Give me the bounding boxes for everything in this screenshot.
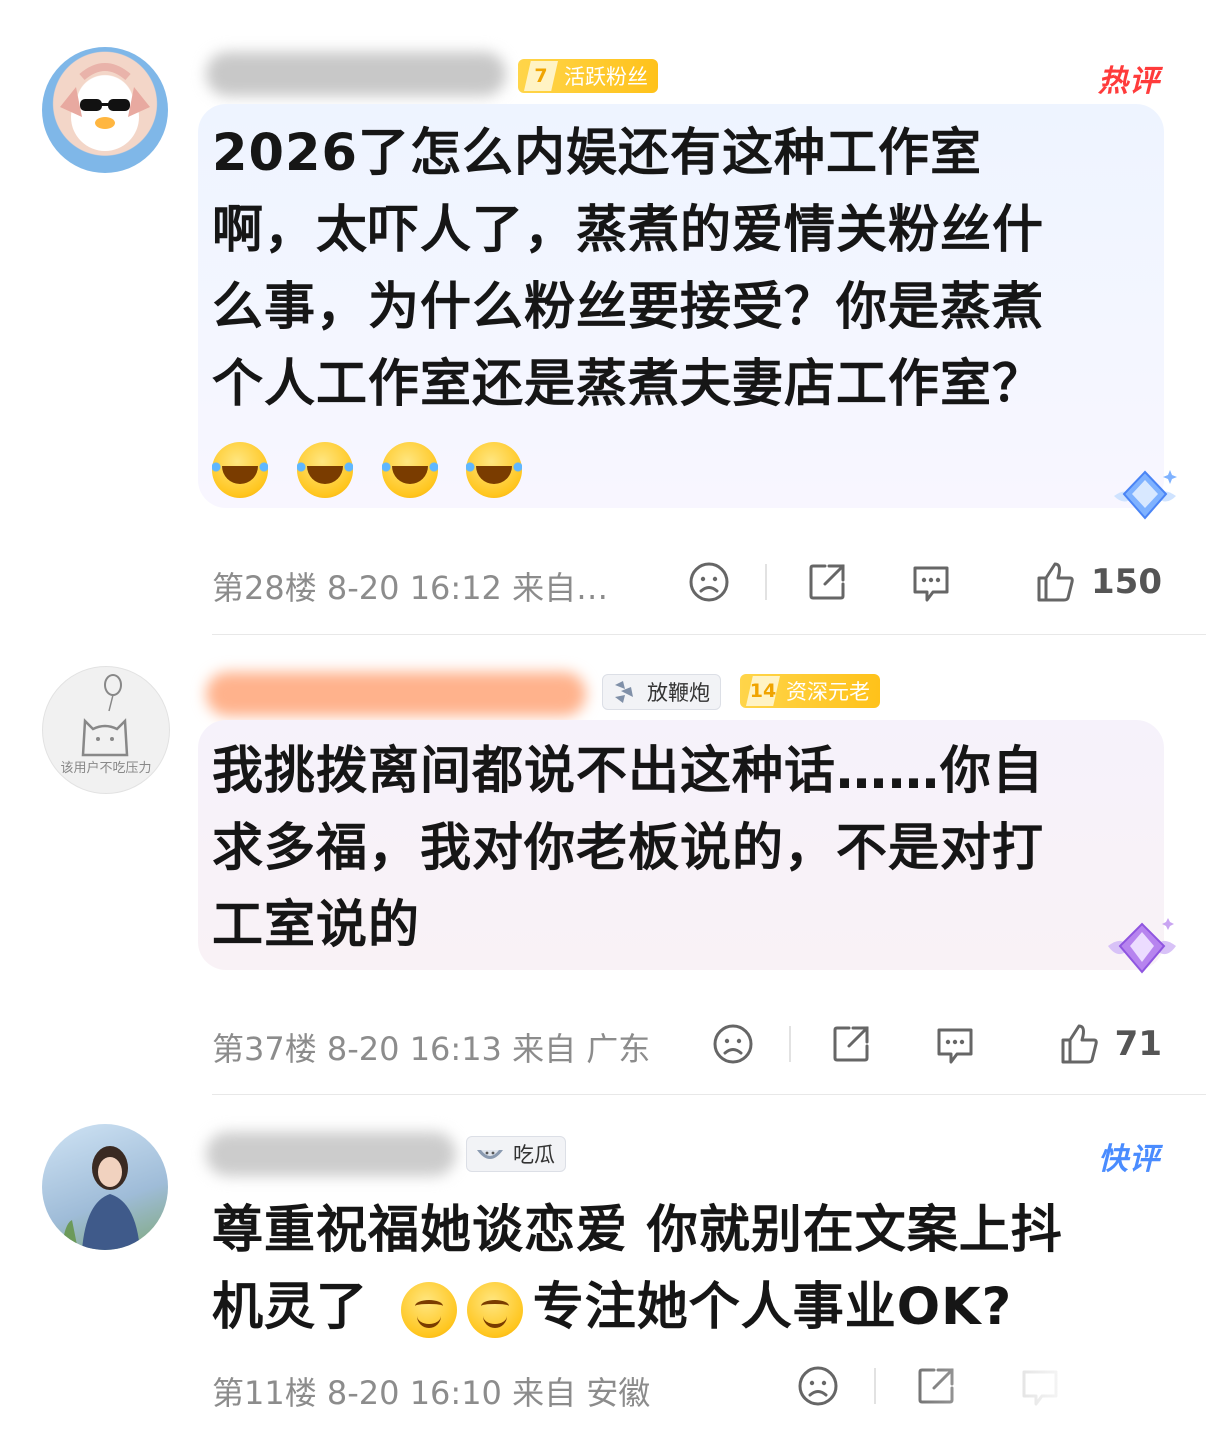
comment-meta: 第11楼 8-20 16:10 来自 安徽: [212, 1374, 651, 1412]
share-button[interactable]: [829, 1022, 873, 1066]
share-button[interactable]: [805, 560, 849, 604]
username-blurred[interactable]: [206, 672, 586, 716]
watermelon-icon: [477, 1150, 503, 1159]
fan-level-number: 7: [524, 61, 558, 91]
medal-badge-label: 放鞭炮: [647, 681, 710, 705]
dislike-button[interactable]: [687, 560, 731, 604]
action-divider: [874, 1368, 876, 1404]
like-count: 71: [1114, 1024, 1162, 1064]
like-count: 150: [1091, 562, 1162, 602]
comment-text-line: 啊，太吓人了，蒸煮的爱情关粉丝什: [212, 201, 1045, 260]
laugh-emoji: [212, 442, 268, 498]
dislike-face-icon: [713, 1024, 753, 1064]
comment-actions: 71: [711, 1022, 1162, 1066]
comment-text-line: 工室说的: [212, 896, 421, 955]
comment-text: 尊重祝福她谈恋爱 你就别在文案上抖 机灵了 专注她个人事业OK?: [212, 1192, 1142, 1346]
comment-text-line-2: 机灵了 专注她个人事业OK?: [212, 1269, 1142, 1346]
share-icon: [809, 564, 845, 600]
comment-meta: 第37楼 8-20 16:13 来自 广东: [212, 1030, 651, 1068]
medal-badge-label: 吃瓜: [513, 1143, 555, 1167]
comment-text-line: 求多福，我对你老板说的，不是对打: [212, 819, 1045, 878]
like-button[interactable]: 71: [1057, 1022, 1162, 1066]
comment-text-line: 么事，为什么粉丝要接受？你是蒸煮: [212, 278, 1045, 337]
reply-button[interactable]: [909, 560, 953, 604]
comment-text-line: 尊重祝福她谈恋爱 你就别在文案上抖: [212, 1201, 1063, 1260]
fan-badge-label: 活跃粉丝: [564, 65, 648, 89]
comment-text-segment: 机灵了: [212, 1278, 369, 1337]
username-blurred[interactable]: [206, 52, 506, 96]
avatar[interactable]: 该用户不吃压力: [42, 666, 170, 794]
thumbs-up-icon: [1037, 562, 1074, 602]
diamond-icon: [1108, 918, 1176, 974]
action-divider: [765, 564, 768, 600]
username-blurred[interactable]: [206, 1132, 456, 1176]
fan-level-number: 14: [746, 676, 780, 706]
comment-item: 吃瓜 快评 尊重祝福她谈恋爱 你就别在文案上抖 机灵了 专注她个人事业OK? 第…: [0, 1096, 1206, 1429]
duck-avatar-image: [60, 63, 150, 151]
laugh-emoji: [381, 442, 438, 498]
thumbs-up-icon: [1061, 1024, 1098, 1064]
laugh-emoji: [466, 442, 523, 498]
laugh-emoji: [296, 442, 353, 498]
dislike-button[interactable]: [796, 1364, 840, 1408]
avatar-caption: 该用户不吃压力: [60, 761, 152, 776]
comment-text-line: 2026了怎么内娱还有这种工作室: [212, 124, 982, 183]
comment-text-line: 个人工作室还是蒸煮夫妻店工作室？: [212, 355, 1045, 414]
medal-badge[interactable]: 放鞭炮: [602, 674, 721, 710]
firecracker-icon: [615, 681, 633, 703]
comment-divider: [212, 634, 1206, 635]
bottom-fade: [900, 1356, 1206, 1429]
hot-comment-tag: 热评: [1098, 64, 1160, 99]
comment-icon: [937, 1028, 973, 1064]
dislike-face-icon: [689, 562, 729, 602]
comment-text-line: 我挑拨离间都说不出这种话……你自: [212, 742, 1045, 801]
avatar[interactable]: [42, 47, 168, 173]
reply-button[interactable]: [933, 1022, 977, 1066]
emoji-row: [212, 423, 1142, 506]
avatar[interactable]: [42, 1124, 168, 1250]
smile-emoji: [466, 1282, 523, 1338]
comment-meta: 第28楼 8-20 16:12 来自…: [212, 569, 609, 607]
comment-text: 2026了怎么内娱还有这种工作室 啊，太吓人了，蒸煮的爱情关粉丝什 么事，为什么…: [212, 115, 1142, 506]
like-button[interactable]: 150: [1033, 560, 1162, 604]
fan-level-badge[interactable]: 7 活跃粉丝: [518, 59, 658, 93]
fan-level-badge[interactable]: 14 资深元老: [740, 674, 880, 708]
comment-divider: [212, 1094, 1206, 1095]
portrait-avatar-image: [62, 1146, 140, 1250]
smile-emoji: [400, 1282, 457, 1338]
dislike-face-icon: [798, 1366, 838, 1406]
action-divider: [788, 1026, 791, 1062]
comment-item: 该用户不吃压力 放鞭炮 14 资深元老 我挑拨离间都说不出这种话……你自 求多福…: [0, 636, 1206, 1096]
comment-icon: [913, 566, 949, 602]
comment-item: 7 活跃粉丝 热评 2026了怎么内娱还有这种工作室 啊，太吓人了，蒸煮的爱情关…: [0, 0, 1206, 635]
comment-text: 我挑拨离间都说不出这种话……你自 求多福，我对你老板说的，不是对打 工室说的: [212, 733, 1142, 964]
fast-comment-tag: 快评: [1098, 1142, 1160, 1177]
comment-actions: 150: [687, 560, 1162, 604]
dislike-button[interactable]: [711, 1022, 755, 1066]
comment-text-segment: 专注她个人事业OK?: [532, 1278, 1013, 1337]
fan-badge-label: 资深元老: [786, 680, 870, 704]
medal-badge[interactable]: 吃瓜: [466, 1136, 566, 1172]
share-icon: [833, 1026, 869, 1062]
diamond-icon: [1114, 470, 1177, 520]
